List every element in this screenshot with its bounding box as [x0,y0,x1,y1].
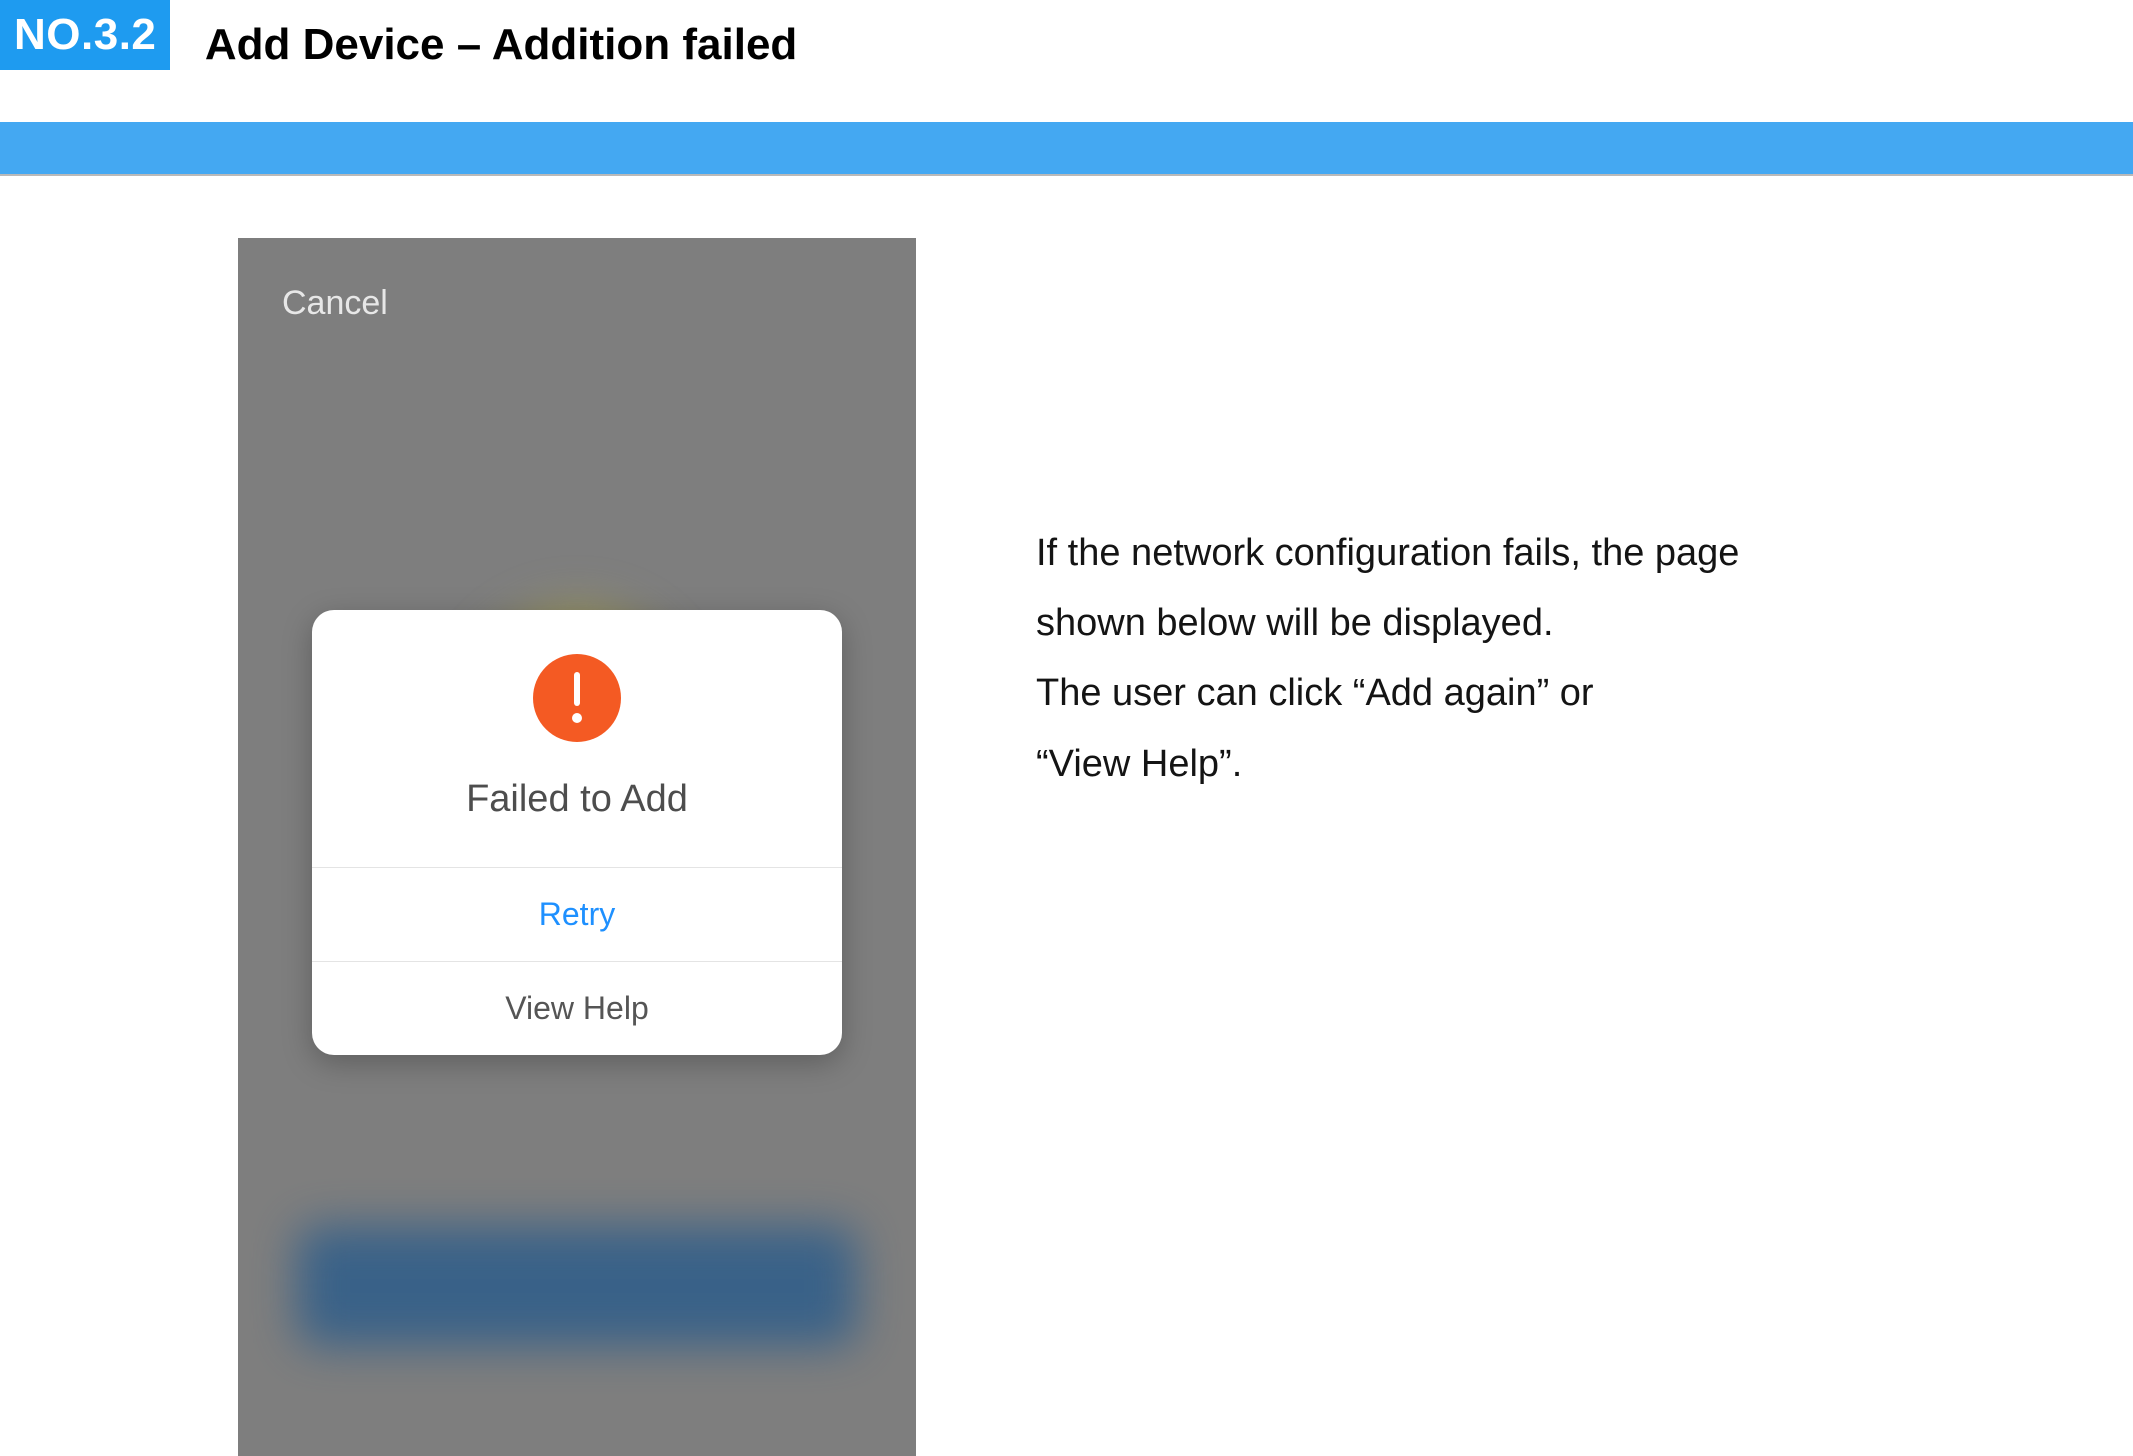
failed-to-add-modal: Failed to Add Retry View Help [312,610,842,1055]
slide-header: NO.3.2 Add Device – Addition failed [0,0,2133,176]
alert-icon [533,654,621,742]
explanation-line: The user can click “Add again” or [1036,658,1936,728]
modal-title: Failed to Add [332,778,822,821]
explanation-line: shown below will be displayed. [1036,588,1936,658]
header-divider-bar [0,122,2133,176]
explanation-text: If the network configuration fails, the … [1036,518,1936,799]
retry-button[interactable]: Retry [312,867,842,961]
slide-title: Add Device – Addition failed [205,10,797,80]
slide-number-badge: NO.3.2 [0,0,170,70]
phone-screenshot: Cancel Failed to Add Retry View Help [238,238,916,1456]
modal-body: Failed to Add [312,610,842,867]
background-button-blur [297,1226,857,1346]
view-help-button[interactable]: View Help [312,961,842,1055]
explanation-line: “View Help”. [1036,729,1936,799]
slide-content: Cancel Failed to Add Retry View Help If … [0,176,2133,1456]
explanation-line: If the network configuration fails, the … [1036,518,1936,588]
cancel-button[interactable]: Cancel [282,284,388,323]
